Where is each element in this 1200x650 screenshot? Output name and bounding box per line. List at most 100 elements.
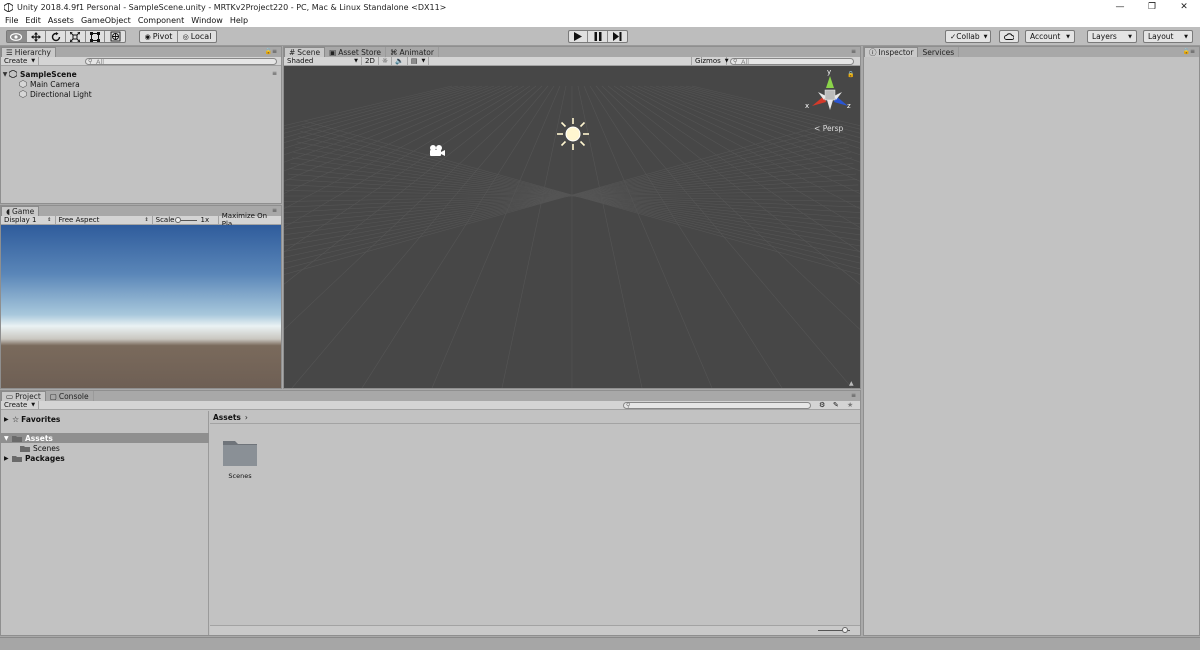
projection-toggle[interactable]: < Persp (814, 124, 843, 133)
layout-dropdown[interactable]: Layout ▼ (1143, 30, 1193, 43)
tree-item-favorites[interactable]: ▶ ☆ Favorites (4, 414, 60, 424)
menu-file[interactable]: File (5, 16, 18, 25)
tab-services-label: Services (922, 47, 955, 57)
pause-icon[interactable] (588, 31, 608, 42)
project-tabstrip: ▭ Project ▢ Console ≡ (1, 391, 860, 401)
cloud-button[interactable] (999, 30, 1019, 43)
audio-toggle[interactable]: 🔈 (392, 56, 408, 66)
step-icon[interactable] (608, 31, 627, 42)
panel-menu-icon[interactable]: 🔒≡ (265, 48, 278, 55)
restore-button[interactable]: ❐ (1136, 0, 1168, 14)
gizmos-dropdown[interactable]: Gizmos ▼ (691, 56, 729, 66)
hierarchy-search-input[interactable]: ⚲ All (85, 58, 277, 66)
tab-project[interactable]: ▭ Project (1, 391, 46, 401)
favorite-star-icon[interactable]: ★ (847, 401, 853, 409)
game-subbar: Display 1 ⇕ Free Aspect ⇕ Scale 1x Maxim… (1, 212, 281, 228)
directional-light-icon[interactable] (556, 117, 590, 151)
menu-gameobject[interactable]: GameObject (81, 16, 131, 25)
project-create-label: Create (4, 401, 28, 409)
list-item[interactable]: Main Camera (1, 79, 281, 89)
rotate-tool-icon[interactable] (46, 31, 67, 42)
slider-track[interactable] (175, 216, 198, 223)
hierarchy-create-button[interactable]: Create ▼ (1, 56, 40, 66)
lock-icon[interactable]: 🔒 (847, 71, 854, 78)
chevron-down-icon[interactable]: ▼ (4, 435, 12, 442)
close-button[interactable]: ✕ (1168, 0, 1200, 14)
menu-help[interactable]: Help (230, 16, 248, 25)
chevron-down-icon: ▼ (31, 58, 36, 64)
speaker-icon: 🔈 (395, 57, 404, 65)
pivot-label: Pivot (152, 32, 173, 41)
project-create-button[interactable]: Create ▼ (1, 400, 40, 410)
scene-root-row[interactable]: ▼ SampleScene ≡ (1, 69, 281, 79)
project-search-input[interactable]: ⚲ (623, 402, 811, 409)
lighting-toggle[interactable]: ☼ (379, 56, 393, 66)
move-tool-icon[interactable] (27, 31, 47, 42)
minimize-button[interactable]: — (1104, 0, 1136, 14)
game-viewport[interactable] (1, 225, 281, 388)
tree-item-packages[interactable]: ▶ Packages (4, 453, 65, 463)
axis-y-label: y (827, 68, 832, 76)
filter-by-label-icon[interactable]: ✎ (833, 401, 839, 409)
toggle-2d-button[interactable]: 2D (362, 56, 379, 66)
chevron-right-icon[interactable]: ▶ (4, 455, 12, 462)
chevron-right-icon[interactable]: ▶ (4, 416, 12, 423)
packages-label: Packages (25, 453, 65, 463)
account-dropdown[interactable]: Account ▼ (1025, 30, 1075, 43)
tree-item-assets[interactable]: ▼ Assets (1, 433, 209, 443)
play-icon[interactable] (569, 31, 589, 42)
tab-asset-store[interactable]: ▣ Asset Store (325, 47, 386, 57)
aspect-dropdown[interactable]: Free Aspect ⇕ (56, 215, 153, 225)
slider-thumb[interactable] (175, 216, 182, 223)
filter-by-type-icon[interactable]: ⚙ (819, 401, 825, 409)
scene-viewport[interactable]: y x z 🔒 < Persp ▲ (284, 66, 860, 388)
menu-assets[interactable]: Assets (48, 16, 74, 25)
panel-menu-icon[interactable]: 🔒≡ (1183, 48, 1196, 55)
info-icon: ⓘ (869, 48, 877, 57)
panel-menu-icon[interactable]: ≡ (851, 392, 856, 399)
tab-animator[interactable]: ⌘ Animator (386, 47, 439, 57)
pivot-button[interactable]: ◉ Pivot (140, 31, 179, 42)
scene-search-input[interactable]: ⚲ All (730, 58, 854, 66)
chevron-down-icon: ▼ (31, 402, 36, 408)
asset-item[interactable]: Scenes (220, 437, 260, 480)
display-dropdown[interactable]: Display 1 ⇕ (1, 215, 56, 225)
tab-hierarchy[interactable]: ☰ Hierarchy (1, 47, 56, 57)
chevron-down-icon[interactable]: ▼ (1, 71, 9, 78)
menu-component[interactable]: Component (138, 16, 184, 25)
grid-line (284, 85, 513, 194)
transform-tool-icon[interactable] (105, 31, 125, 42)
panel-menu-icon[interactable]: ≡ (851, 48, 856, 55)
scale-slider[interactable]: Scale 1x (153, 215, 219, 225)
chevron-down-icon: ▼ (354, 58, 358, 64)
menu-window[interactable]: Window (191, 16, 223, 25)
menu-edit[interactable]: Edit (25, 16, 41, 25)
mode-2d-label: 2D (365, 57, 375, 65)
list-item[interactable]: Directional Light (1, 89, 281, 99)
tab-services[interactable]: Services (918, 47, 960, 57)
icon-size-slider[interactable] (818, 627, 850, 633)
tab-asset-store-label: Asset Store (338, 47, 381, 57)
project-subbar: Create ▼ ⚲ ⚙ ✎ ★ (1, 400, 860, 410)
camera-icon[interactable] (428, 144, 446, 158)
grid-line (284, 120, 840, 276)
tree-item-scenes[interactable]: Scenes (20, 443, 60, 453)
tab-inspector[interactable]: ⓘ Inspector (864, 47, 919, 57)
tab-console[interactable]: ▢ Console (46, 391, 94, 401)
collab-dropdown[interactable]: ✓ Collab ▼ (945, 30, 991, 43)
shading-mode-dropdown[interactable]: Shaded ▼ (284, 56, 362, 66)
scene-menu-icon[interactable]: ≡ (272, 70, 277, 77)
maximize-on-play-toggle[interactable]: Maximize On Pla (219, 212, 281, 228)
effects-dropdown[interactable]: ▤ ▼ (408, 56, 430, 66)
tab-scene[interactable]: # Scene (284, 47, 326, 57)
view-tool-icon[interactable] (7, 31, 27, 42)
slider-thumb[interactable] (842, 627, 848, 633)
local-button[interactable]: ◎ Local (178, 31, 216, 42)
rect-tool-icon[interactable] (86, 31, 106, 42)
scale-tool-icon[interactable] (66, 31, 86, 42)
account-label: Account (1030, 32, 1061, 41)
search-icon: ⚲ (626, 402, 631, 409)
layers-dropdown[interactable]: Layers ▼ (1087, 30, 1137, 43)
tab-game[interactable]: ◖ Game (1, 206, 40, 216)
breadcrumb-assets[interactable]: Assets (213, 413, 241, 422)
